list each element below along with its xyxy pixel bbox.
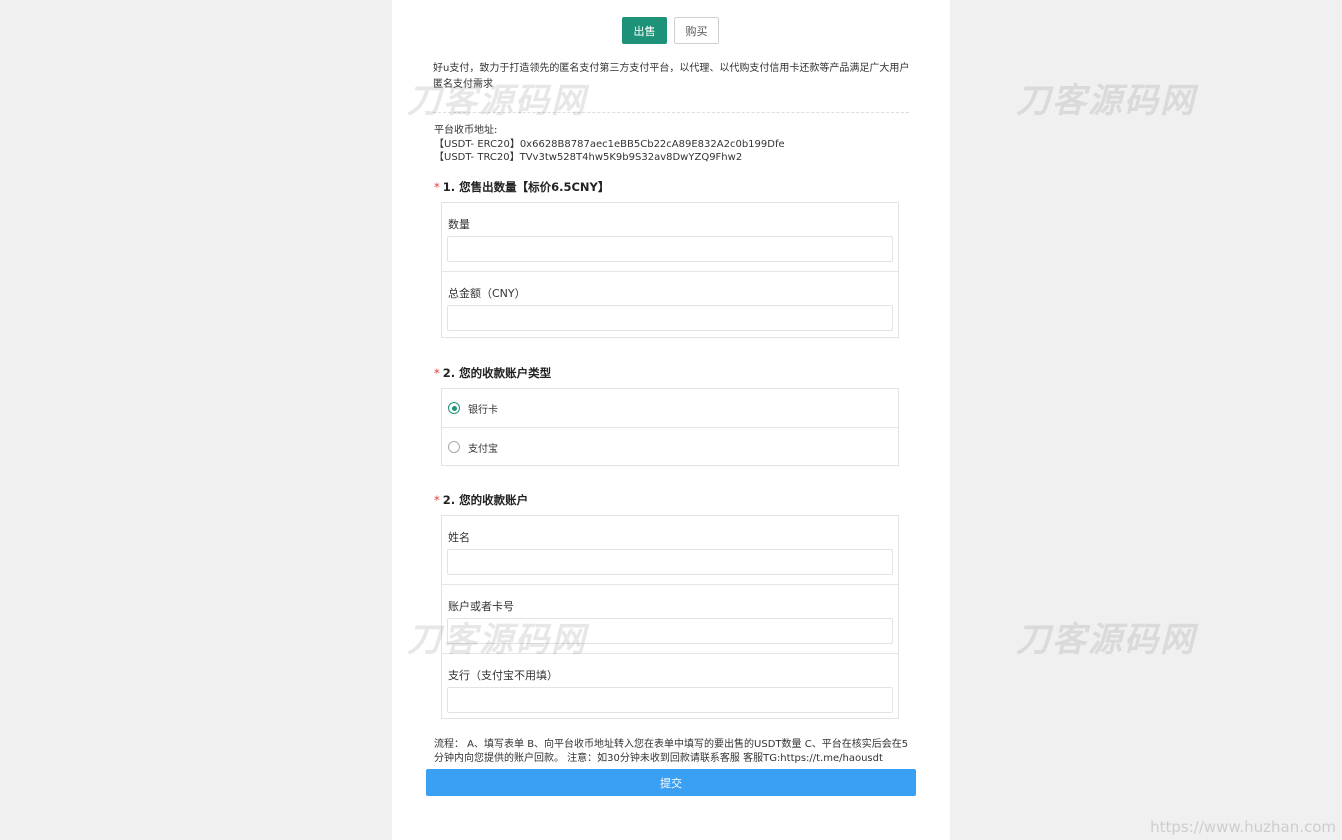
name-input[interactable]	[447, 549, 893, 575]
watermark: 刀客源码网	[1016, 620, 1196, 660]
option-label: 支付宝	[468, 443, 498, 455]
required-mark: *	[434, 493, 440, 507]
question-account: * 2. 您的收款账户	[434, 492, 528, 508]
field-branch: 支行（支付宝不用填）	[442, 654, 898, 722]
sell-amount-box: 数量 总金额（CNY）	[441, 202, 899, 338]
option-label: 银行卡	[468, 404, 498, 416]
tab-sell[interactable]: 出售	[622, 17, 667, 44]
platform-address: 平台收币地址: 【USDT- ERC20】0x6628B8787aec1eBB5…	[434, 124, 785, 165]
quantity-input[interactable]	[447, 236, 893, 262]
account-type-box: 银行卡 支付宝	[441, 388, 899, 466]
field-label: 账户或者卡号	[448, 600, 514, 613]
total-amount-input[interactable]	[447, 305, 893, 331]
field-name: 姓名	[442, 516, 898, 585]
field-label: 姓名	[448, 531, 470, 544]
question-sell-amount: * 1. 您售出数量【标价6.5CNY】	[434, 179, 609, 195]
submit-button[interactable]: 提交	[426, 769, 916, 796]
field-total-amount: 总金额（CNY）	[442, 272, 898, 340]
field-quantity: 数量	[442, 203, 898, 272]
field-label: 支行（支付宝不用填）	[448, 669, 558, 682]
question-title: 1. 您售出数量【标价6.5CNY】	[442, 180, 610, 194]
option-bank-card[interactable]: 银行卡	[442, 389, 898, 428]
divider	[433, 112, 909, 113]
address-label: 平台收币地址:	[434, 125, 498, 136]
question-title: 2. 您的收款账户类型	[442, 366, 552, 380]
tab-buy[interactable]: 购买	[674, 17, 719, 44]
intro-text: 好u支付，致力于打造领先的匿名支付第三方支付平台，以代理、以代购支付信用卡还款等…	[433, 63, 910, 90]
required-mark: *	[434, 180, 440, 194]
field-label: 数量	[448, 218, 470, 231]
watermark: 刀客源码网	[1016, 81, 1196, 121]
account-number-input[interactable]	[447, 618, 893, 644]
option-alipay[interactable]: 支付宝	[442, 428, 898, 466]
corner-watermark-url: https://www.huzhan.com	[1150, 818, 1336, 836]
field-account-number: 账户或者卡号	[442, 585, 898, 654]
field-label: 总金额（CNY）	[448, 287, 526, 300]
radio-checked-icon[interactable]	[448, 402, 460, 414]
radio-unchecked-icon[interactable]	[448, 441, 460, 453]
question-account-type: * 2. 您的收款账户类型	[434, 365, 551, 381]
question-title: 2. 您的收款账户	[442, 493, 529, 507]
form-page: 出售 购买 好u支付，致力于打造领先的匿名支付第三方支付平台，以代理、以代购支付…	[392, 0, 950, 840]
address-erc20: 【USDT- ERC20】0x6628B8787aec1eBB5Cb22cA89…	[434, 138, 785, 150]
required-mark: *	[434, 366, 440, 380]
tab-bar: 出售 购买	[622, 17, 719, 44]
process-note: 流程： A、填写表单 B、向平台收币地址转入您在表单中填写的要出售的USDT数量…	[434, 739, 909, 764]
address-trc20: 【USDT- TRC20】TVv3tw528T4hw5K9b9S32av8DwY…	[434, 152, 743, 163]
branch-input[interactable]	[447, 687, 893, 713]
account-box: 姓名 账户或者卡号 支行（支付宝不用填）	[441, 515, 899, 719]
